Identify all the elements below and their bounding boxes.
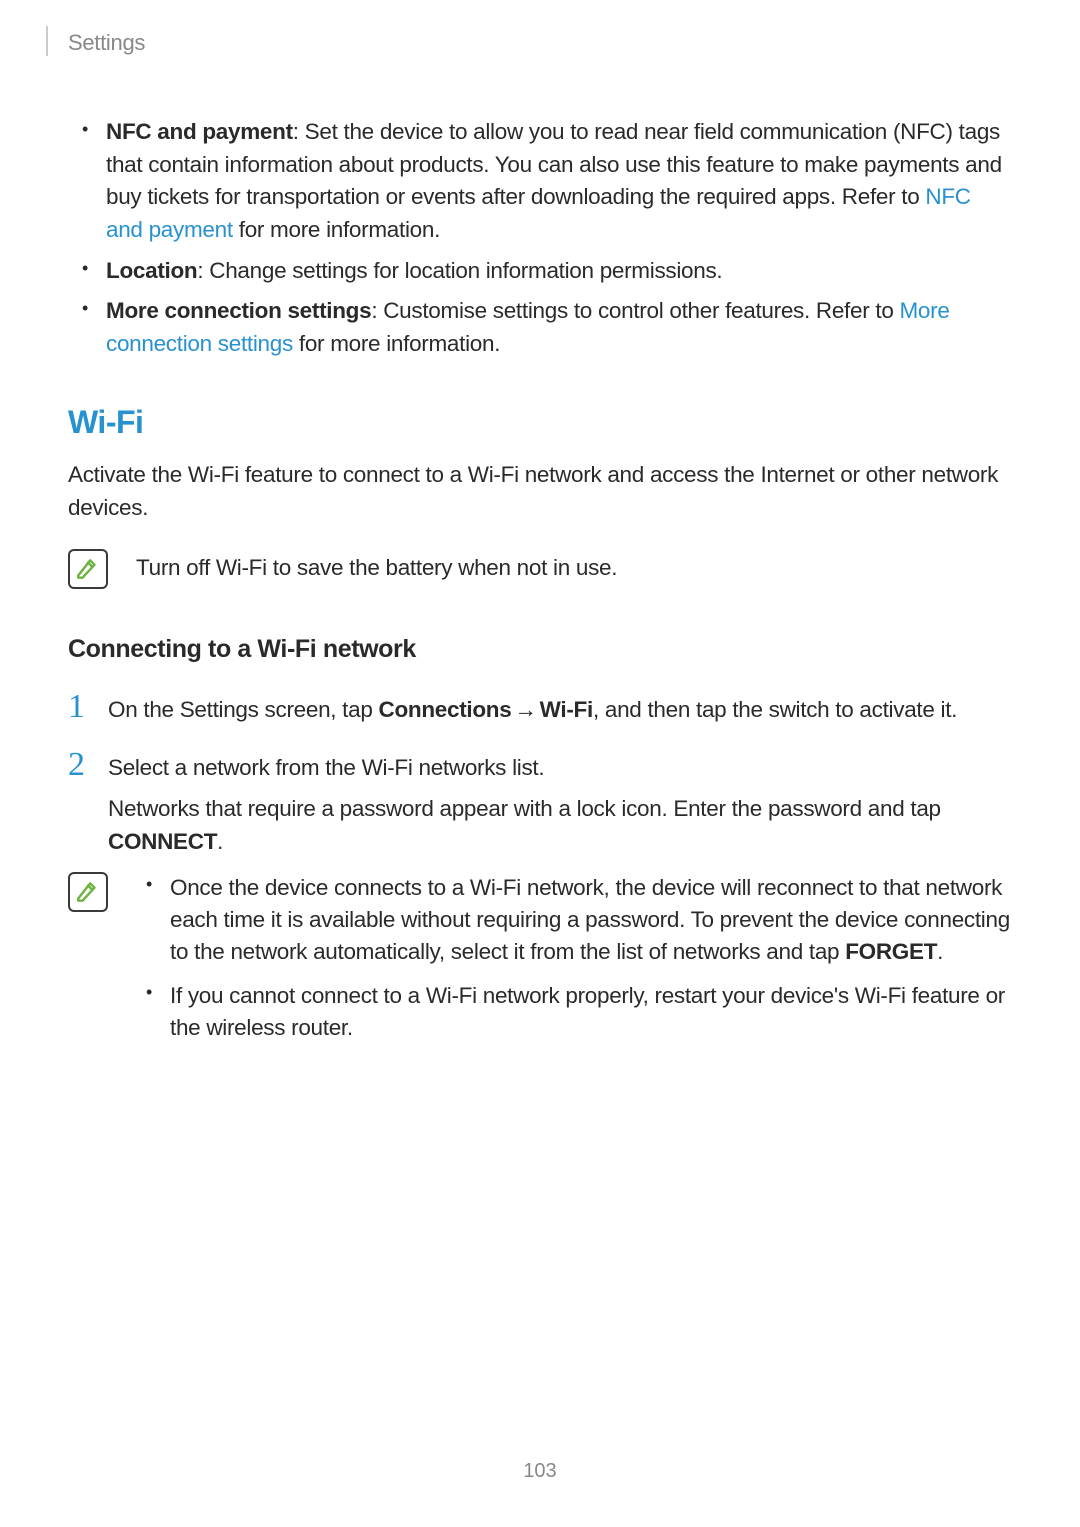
note2-item1: Once the device connects to a Wi-Fi netw…	[150, 872, 1012, 968]
step-2: 2 Select a network from the Wi-Fi networ…	[68, 748, 1012, 785]
nfc-label: NFC and payment	[106, 119, 293, 144]
wifi-note2-row: Once the device connects to a Wi-Fi netw…	[68, 872, 1012, 1056]
step-1-text: On the Settings screen, tap Connections→…	[108, 694, 1012, 727]
step-1-num: 1	[68, 690, 94, 724]
step-2-extra: Networks that require a password appear …	[108, 793, 1012, 858]
location-text: : Change settings for location informati…	[197, 258, 722, 283]
step-2-line1: Select a network from the Wi-Fi networks…	[108, 752, 1012, 785]
step2-line2a: Networks that require a password appear …	[108, 796, 941, 821]
location-bullet: Location: Change settings for location i…	[86, 255, 1012, 288]
page-number: 103	[0, 1460, 1080, 1483]
step1-pre: On the Settings screen, tap	[108, 697, 379, 722]
note-icon	[68, 872, 108, 912]
header-divider	[46, 26, 48, 56]
note2-item2: If you cannot connect to a Wi-Fi network…	[150, 980, 1012, 1044]
settings-bullet-list: NFC and payment: Set the device to allow…	[68, 116, 1012, 360]
breadcrumb: Settings	[68, 30, 145, 56]
more-text2: for more information.	[293, 331, 500, 356]
step1-b1: Connections	[379, 697, 512, 722]
wifi-heading: Wi-Fi	[68, 404, 1012, 441]
wifi-intro: Activate the Wi-Fi feature to connect to…	[68, 459, 1012, 524]
note2-list: Once the device connects to a Wi-Fi netw…	[136, 872, 1012, 1056]
note2-item1b: .	[937, 939, 943, 964]
note-icon	[68, 549, 108, 589]
connecting-heading: Connecting to a Wi-Fi network	[68, 635, 1012, 664]
wifi-note1-text: Turn off Wi-Fi to save the battery when …	[136, 552, 617, 585]
location-label: Location	[106, 258, 197, 283]
nfc-text2: for more information.	[233, 217, 440, 242]
step-1: 1 On the Settings screen, tap Connection…	[68, 690, 1012, 727]
page-content: NFC and payment: Set the device to allow…	[0, 56, 1080, 1056]
nfc-bullet: NFC and payment: Set the device to allow…	[86, 116, 1012, 247]
step-2-num: 2	[68, 748, 94, 782]
wifi-note-row: Turn off Wi-Fi to save the battery when …	[68, 549, 1012, 589]
more-text1: : Customise settings to control other fe…	[371, 298, 899, 323]
page-header: Settings	[0, 0, 1080, 56]
more-bullet: More connection settings: Customise sett…	[86, 295, 1012, 360]
note2-forget: FORGET	[845, 939, 937, 964]
step1-b2: Wi-Fi	[540, 697, 593, 722]
step2-connect: CONNECT	[108, 829, 217, 854]
step1-post: , and then tap the switch to activate it…	[593, 697, 957, 722]
arrow-icon: →	[511, 697, 539, 722]
step2-line2b: .	[217, 829, 223, 854]
more-label: More connection settings	[106, 298, 371, 323]
